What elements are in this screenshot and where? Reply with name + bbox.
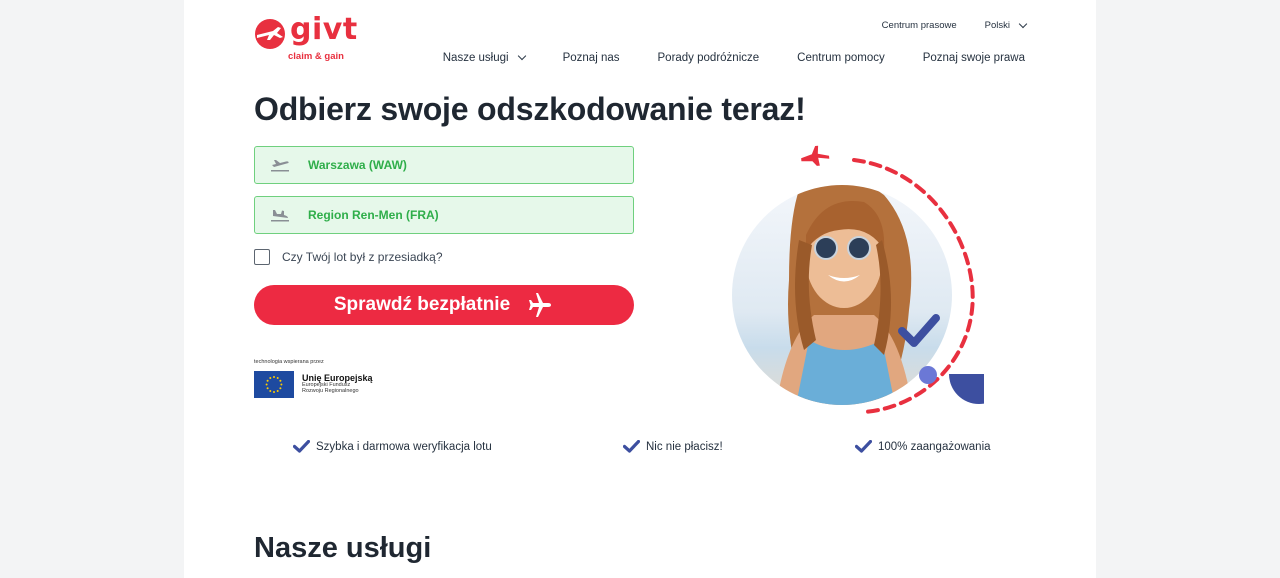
- feature-full-commitment: 100% zaangażowania: [855, 440, 991, 453]
- feature-fast-verification: Szybka i darmowa weryfikacja lotu: [293, 440, 492, 453]
- arrival-airport-value: Region Ren-Men (FRA): [308, 208, 439, 222]
- nav-item-about[interactable]: Poznaj nas: [563, 52, 620, 64]
- check-icon: [855, 440, 872, 453]
- arrival-airport-field[interactable]: Region Ren-Men (FRA): [254, 196, 634, 234]
- departure-airport-field[interactable]: Warszawa (WAW): [254, 146, 634, 184]
- givt-logo-icon: [255, 19, 285, 49]
- eu-supported-by: technologia wspierana przez: [254, 359, 324, 365]
- transfer-option[interactable]: Czy Twój lot był z przesiadką?: [254, 249, 443, 265]
- nav-item-travel-tips[interactable]: Porady podróżnicze: [658, 52, 760, 64]
- hero-title: Odbierz swoje odszkodowanie teraz!: [254, 91, 806, 127]
- airplane-icon: [529, 293, 552, 317]
- nav-item-services[interactable]: Nasze usługi: [442, 51, 526, 64]
- departure-airport-value: Warszawa (WAW): [308, 158, 407, 172]
- check-free-button-label: Sprawdź bezpłatnie: [333, 294, 511, 315]
- nav-item-label: Nasze usługi: [442, 52, 509, 64]
- check-free-button[interactable]: Sprawdź bezpłatnie: [254, 285, 634, 325]
- language-label: Polski: [984, 20, 1010, 31]
- main-nav: Nasze usługi Poznaj nas Porady podróżnic…: [442, 51, 1025, 64]
- services-section-title: Nasze usługi: [254, 532, 432, 564]
- chevron-down-icon: [517, 51, 526, 61]
- brand-tagline: claim & gain: [288, 51, 344, 62]
- top-bar: Centrum prasowe Polski: [882, 19, 1028, 31]
- language-select[interactable]: Polski: [984, 19, 1028, 31]
- plane-landing-icon: [271, 210, 289, 222]
- hero-illustration: [732, 145, 984, 414]
- feature-label: Nic nie płacisz!: [646, 440, 723, 453]
- page: givt claim & gain Centrum prasowe Polski…: [184, 0, 1096, 578]
- plane-takeoff-icon: [271, 160, 289, 172]
- chevron-down-icon: [1018, 19, 1028, 28]
- eu-flag-icon: [254, 371, 294, 398]
- feature-no-cost: Nic nie płacisz!: [623, 440, 723, 453]
- nav-item-know-your-rights[interactable]: Poznaj swoje prawa: [923, 52, 1025, 64]
- givt-logo[interactable]: givt claim & gain: [254, 12, 357, 64]
- press-center-link[interactable]: Centrum prasowe: [882, 20, 957, 31]
- purple-dot: [919, 366, 937, 384]
- eu-funding-badge: technologia wspierana przez Unię Europej…: [254, 359, 373, 398]
- nav-item-help-center[interactable]: Centrum pomocy: [797, 52, 885, 64]
- navy-semicircle: [949, 374, 984, 404]
- red-plane-icon: [801, 145, 830, 166]
- woman-photo: [732, 185, 952, 405]
- transfer-checkbox[interactable]: [254, 249, 270, 265]
- check-icon: [623, 440, 640, 453]
- eu-fund-line2: Rozwoju Regionalnego: [302, 388, 359, 395]
- feature-label: 100% zaangażowania: [878, 440, 991, 453]
- brand-name: givt: [290, 12, 358, 47]
- feature-label: Szybka i darmowa weryfikacja lotu: [316, 440, 492, 453]
- transfer-label: Czy Twój lot był z przesiadką?: [282, 250, 443, 264]
- check-icon: [293, 440, 310, 453]
